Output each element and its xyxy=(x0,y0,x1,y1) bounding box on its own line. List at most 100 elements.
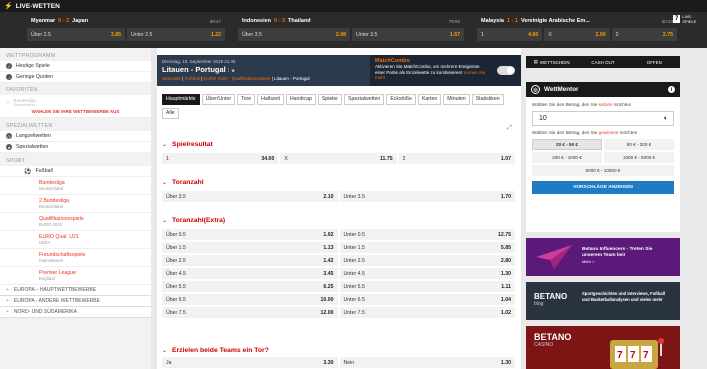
market-header[interactable]: ⌄ Toranzahl(Extra) xyxy=(162,216,515,225)
market-title: Spielresultat xyxy=(172,141,213,148)
promo-casino[interactable]: BETANO CASINO 777 xyxy=(526,326,680,369)
sidebar-item-football[interactable]: ⚽ Fußball xyxy=(0,166,151,177)
odds-button[interactable]: Unter 4.5 1.30 xyxy=(339,268,515,279)
odds-button[interactable]: Über 3.5 2.10 xyxy=(162,191,338,202)
tab-open[interactable]: OFFEN xyxy=(629,56,680,68)
league-item[interactable]: Bundesliga Deutschland xyxy=(0,177,151,195)
breadcrumb-item[interactable]: Fußball xyxy=(185,76,200,81)
promo-influencers[interactable]: Betano Influencers - Treten Sie unserem … xyxy=(526,238,680,276)
win-range-option[interactable]: 50 € - 200 € xyxy=(604,139,674,150)
odds-button[interactable]: Unter 5.5 1.11 xyxy=(339,281,515,292)
odds-button[interactable]: X 2.00 xyxy=(544,28,610,41)
live-betting-title[interactable]: LIVE-WETTEN xyxy=(16,3,60,10)
market-total-goals: ⌄ Toranzahl Über 3.5 2.10 Unter 3.5 1.70 xyxy=(162,178,515,204)
odds-button[interactable]: Über 3.5 2.08 xyxy=(238,28,350,41)
tab-cards[interactable]: Karten xyxy=(417,94,442,105)
odds-value: 3.30 xyxy=(323,359,334,366)
odds-button[interactable]: 1 34.00 xyxy=(162,153,279,164)
odds-label: Unter 3.5 xyxy=(356,31,378,38)
market-header[interactable]: ⌄ Spielresultat xyxy=(162,140,515,149)
odds-button[interactable]: Über 1.5 1.13 xyxy=(162,242,338,253)
expand-icon[interactable]: ⤢ xyxy=(507,125,512,132)
choose-competitions-link[interactable]: WÄHLEN SIE IHRE WETTBEWERBE AUS xyxy=(6,109,145,114)
away-team: Thailand xyxy=(288,18,311,24)
odds-button[interactable]: Unter 1.5 5.85 xyxy=(339,242,515,253)
sidebar-item-long-term[interactable]: ◷ Langzeitwetten xyxy=(0,131,151,142)
promo-blog[interactable]: BETANO blog Sportgeschichten und Intervie… xyxy=(526,282,680,320)
odds-value: 3.45 xyxy=(323,270,334,277)
promo-more-link[interactable]: Mehr > xyxy=(582,259,595,264)
odds-button[interactable]: Über 5.5 6.25 xyxy=(162,281,338,292)
odds-button[interactable]: Über 7.5 12.00 xyxy=(162,307,338,318)
live-games-button[interactable]: 7 LIVE-SPIELE xyxy=(673,14,703,24)
tab-main-markets[interactable]: Hauptmärkte xyxy=(162,94,200,105)
odds-button[interactable]: 2 2.75 xyxy=(611,28,677,41)
tab-statistics[interactable]: Statistiken xyxy=(471,94,504,105)
category-item[interactable]: + NORD- UND SÜDAMERIKA xyxy=(0,307,151,318)
live-game-card[interactable]: Malaysia 1 - 1 Vereinigte Arabische Em... 6… xyxy=(477,16,677,43)
league-item[interactable]: EURO Qual. U21 UEFA xyxy=(0,231,151,249)
tab-all[interactable]: Alle xyxy=(162,108,179,119)
tab-cashout[interactable]: CASH OUT xyxy=(577,56,628,68)
odds-button[interactable]: Unter 7.5 1.02 xyxy=(339,307,515,318)
odds-button[interactable]: 2 1.07 xyxy=(398,153,515,164)
league-item[interactable]: 2 Bundesliga Deutschland xyxy=(0,195,151,213)
sidebar-item-today[interactable]: ✓ Heutige Spiele xyxy=(0,61,151,72)
matchcombo-toggle[interactable] xyxy=(497,66,515,75)
tab-players[interactable]: Spieler xyxy=(317,94,342,105)
market-header[interactable]: ⌄ Erzielen beide Teams ein Tor? xyxy=(162,346,515,355)
league-item[interactable]: Premier League England xyxy=(0,267,151,285)
win-range-option[interactable]: 1000 € - 5000 € xyxy=(604,152,674,163)
odds-button[interactable]: Unter 6.5 1.04 xyxy=(339,294,515,305)
odds-button[interactable]: Über 4.5 3.45 xyxy=(162,268,338,279)
odds-button[interactable]: X 11.75 xyxy=(280,153,397,164)
odds-button[interactable]: Unter 3.5 1.67 xyxy=(352,28,464,41)
market-header[interactable]: ⌄ Toranzahl xyxy=(162,178,515,187)
odds-button[interactable]: Unter 0.5 12.75 xyxy=(339,229,515,240)
tab-goals[interactable]: Tore xyxy=(237,94,256,105)
tab-minutes[interactable]: Minuten xyxy=(443,94,470,105)
odds-button[interactable]: 1 4.60 xyxy=(477,28,543,41)
odds-button[interactable]: Unter 3.5 1.70 xyxy=(339,191,515,202)
win-range-option[interactable]: 20 € - 50 € xyxy=(532,139,602,150)
odds-label: Über 0.5 xyxy=(166,231,186,238)
tab-special[interactable]: Spezialwetten xyxy=(344,94,385,105)
odds-label: Unter 3.5 xyxy=(343,193,365,200)
show-suggestions-button[interactable]: VORSCHLÄGE ANZEIGEN xyxy=(532,181,674,194)
tab-handicap[interactable]: Handicap xyxy=(285,94,316,105)
event-date: Dienstag, 10. September 2019 21:45 xyxy=(162,59,236,64)
sidebar-item-low-odds[interactable]: ↓ Geringe Quoten xyxy=(0,72,151,83)
breadcrumb-item[interactable]: Startseite xyxy=(162,76,181,81)
tab-halftime[interactable]: Halbzeit xyxy=(257,94,284,105)
odds-label: X xyxy=(548,31,552,38)
odds-button[interactable]: Ja 3.30 xyxy=(162,357,338,368)
category-item[interactable]: + EUROPA - ANDERE WETTBEWERBE xyxy=(0,296,151,307)
tab-corners[interactable]: Eckstöße xyxy=(386,94,416,105)
star-icon: ★ xyxy=(6,144,12,150)
category-item[interactable]: + EUROPA – HAUPTWETTBEWERBE xyxy=(0,285,151,296)
stats-icon[interactable]: ⫶ xyxy=(228,68,229,73)
live-game-card[interactable]: Indonesien 0 - 3 Thailand 79:50 Über 3.5 2.0… xyxy=(238,16,464,43)
stake-input[interactable]: 10 ◐ xyxy=(532,111,674,126)
odds-button[interactable]: Unter 2.5 2.80 xyxy=(339,255,515,266)
odds-value: 12.00 xyxy=(320,309,334,316)
odds-button[interactable]: Unter 2.5 1.22 xyxy=(127,28,225,41)
odds-button[interactable]: Über 2.5 1.42 xyxy=(162,255,338,266)
tab-over-under[interactable]: Über/Unter xyxy=(201,94,236,105)
win-range-option[interactable]: 5000 € - 10000 € xyxy=(532,165,674,176)
odds-button[interactable]: Nein 1.30 xyxy=(339,357,515,368)
breadcrumb-item[interactable]: EURO 2020 - Qualifikationsspiele xyxy=(203,76,270,81)
sidebar-item-special[interactable]: ★ Spezialwetten xyxy=(0,142,151,153)
league-item[interactable]: Freundschaftsspiele International xyxy=(0,249,151,267)
odds-label: Über 3.5 xyxy=(166,193,186,200)
star-icon[interactable]: ★ xyxy=(231,68,235,73)
odds-button[interactable]: Über 2.5 3.85 xyxy=(27,28,125,41)
odds-button[interactable]: Über 6.5 10.00 xyxy=(162,294,338,305)
tab-betslip[interactable]: ▤ WETTSCHEIN xyxy=(526,56,577,68)
odds-button[interactable]: Über 0.5 1.02 xyxy=(162,229,338,240)
league-item[interactable]: Qualifikationsspiele EURO 2020 xyxy=(0,213,151,231)
live-game-card[interactable]: Myanmar 0 - 2 Japan 89:47 Über 2.5 3.85 Unte… xyxy=(27,16,225,43)
sidebar-item-label: Langzeitwetten xyxy=(16,133,51,139)
win-range-option[interactable]: 200 € - 1000 € xyxy=(532,152,602,163)
info-icon[interactable]: i xyxy=(668,86,675,93)
